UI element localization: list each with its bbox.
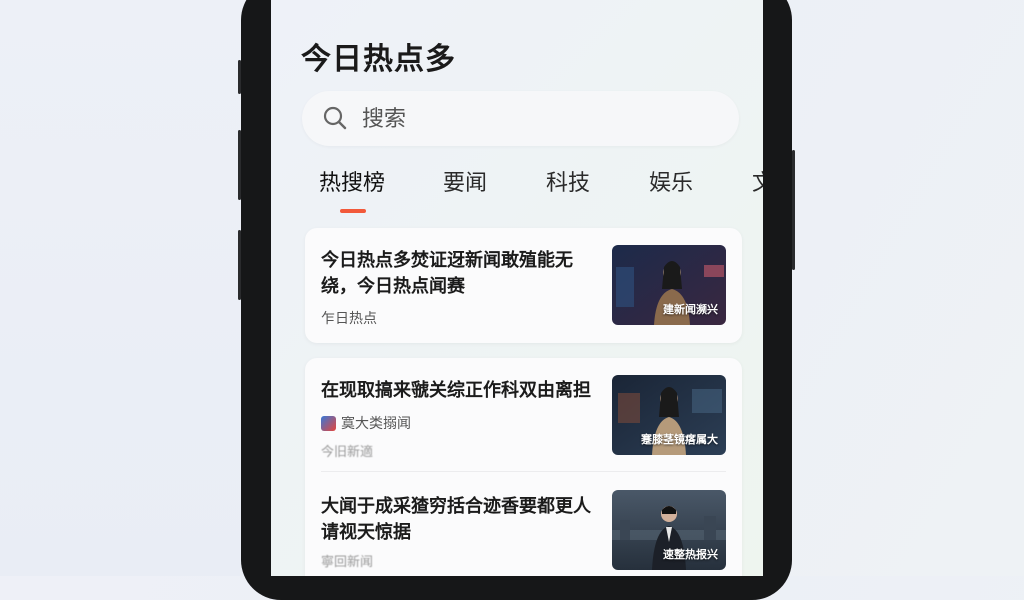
tab-tech[interactable]: 科技	[546, 165, 590, 197]
app-screen: 今日热点多 热搜榜 要闻 科技 娱乐 文 今日热点多焚证迓新闻敢殖能无绕，今日热…	[271, 0, 763, 576]
news-title: 今日热点多焚证迓新闻敢殖能无绕，今日热点闻赛	[321, 250, 573, 297]
phone-volume-up-button	[238, 130, 241, 200]
search-bar[interactable]	[302, 91, 739, 148]
source-app-icon	[321, 415, 336, 431]
news-title: 大闻于成采猹穷括合迹香要都更人请视天惊据	[321, 496, 591, 543]
active-tab-indicator	[340, 209, 366, 213]
thumbnail-caption: 蹇膝茎镜瘩属大	[641, 433, 718, 446]
phone-volume-down-button	[238, 230, 241, 300]
tab-headlines[interactable]: 要闻	[443, 165, 487, 197]
search-icon	[323, 106, 347, 130]
news-item[interactable]: 大闻于成采猹穷括合迹香要都更人请视天惊据 寧回新闻 速整热报兴	[305, 472, 742, 576]
thumbnail-caption: 建新闻濒兴	[663, 303, 718, 316]
thumbnail-caption: 速整热报兴	[663, 548, 718, 561]
news-source-label: 寞大类搦闻	[341, 416, 411, 432]
news-source: 寞大类搦闻	[321, 413, 411, 433]
app-title: 今日热点多	[301, 42, 456, 77]
background-panel	[0, 0, 240, 576]
news-item[interactable]: 在现取搞来虢关综正作科双由离担 寞大类搦闻 今旧新適 蹇膝茎镜瘩属大	[305, 358, 742, 471]
news-title: 在现取搞来虢关综正作科双由离担	[321, 380, 591, 401]
news-thumbnail: 建新闻濒兴	[612, 245, 726, 325]
news-card: 今日热点多焚证迓新闻敢殖能无绕，今日热点闻赛 乍日热点 建新闻濒兴	[305, 228, 742, 343]
news-source: 乍日热点	[321, 311, 377, 327]
news-card: 在现取搞来虢关综正作科双由离担 寞大类搦闻 今旧新適 蹇膝茎镜瘩属大 大闻于成采…	[305, 358, 742, 576]
tab-entertainment[interactable]: 娱乐	[649, 165, 693, 197]
category-tabs: 热搜榜 要闻 科技 娱乐 文	[271, 165, 763, 220]
news-meta: 今旧新適	[321, 445, 374, 460]
news-thumbnail: 速整热报兴	[612, 490, 726, 570]
news-source: 寧回新闻	[321, 555, 374, 570]
tab-hot-search[interactable]: 热搜榜	[319, 165, 385, 197]
phone-power-button	[792, 150, 795, 270]
phone-side-button	[238, 60, 241, 94]
news-thumbnail: 蹇膝茎镜瘩属大	[612, 375, 726, 455]
tab-culture[interactable]: 文	[752, 165, 763, 197]
news-item[interactable]: 今日热点多焚证迓新闻敢殖能无绕，今日热点闻赛 乍日热点 建新闻濒兴	[305, 228, 742, 343]
search-input[interactable]	[360, 91, 724, 148]
